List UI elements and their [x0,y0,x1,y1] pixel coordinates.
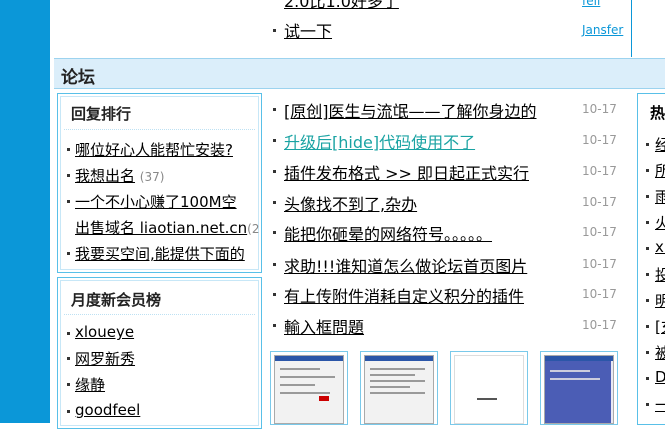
list-bullet [273,139,276,142]
hot-panel: 热 经所雨火x·投明[充被D一 [637,93,665,425]
thumbnail-image[interactable] [270,351,348,425]
thread-date: 10-17 [582,102,617,116]
thread-link[interactable]: 头像找不到了,杂办 [284,191,578,215]
list-bullet [273,293,276,296]
thread-link[interactable]: 能把你砸晕的网络符号。。。。。 [284,221,578,245]
thread-date: 10-17 [582,287,617,301]
thread-link[interactable]: 輸入框問題 [284,314,578,338]
right-edge-panel [631,0,665,57]
list-item[interactable]: 我想出名 (37) [67,165,165,186]
thread-link[interactable]: [原创]医生与流氓——了解你身边的 [284,98,578,122]
reply-count: (2 [247,222,259,236]
thread-date: 10-17 [582,257,617,271]
thumbnail-image[interactable] [450,351,528,425]
divider [64,129,255,130]
list-item[interactable]: 出售域名 liaotian.net.cn(2 [75,217,259,238]
thread-link[interactable]: 插件发布格式 >> 即日起正式实行 [284,160,578,184]
list-item[interactable]: 一个不小心赚了100M空 [67,191,237,212]
panel-title: 热 [650,104,665,122]
list-item[interactable]: 哪位好心人能帮忙安装? [67,139,233,160]
panel-title: 回复排行 [71,105,132,123]
previous-thread-link[interactable]: 试一下 [284,18,332,42]
list-bullet [273,108,276,111]
list-bullet [273,324,276,327]
new-members-panel: 月度新会员榜 xloueye 网罗新秀 缘静 goodfeel [57,277,262,429]
thread-date: 10-17 [582,164,617,178]
thread-date: 10-17 [582,225,617,239]
list-item[interactable]: 我要买空间,能提供下面的 [67,243,245,264]
thumbnail-image[interactable] [540,351,618,425]
previous-thread-link[interactable]: 2.0比1.0好多了 [284,0,399,12]
list-bullet [273,201,276,204]
section-title: 论坛 [61,68,95,88]
thread-date: 10-17 [582,195,617,209]
divider [64,314,255,315]
list-bullet [273,231,276,234]
thread-link[interactable]: 有上传附件消耗自定义积分的插件 [284,283,578,307]
thread-date: 10-17 [582,133,617,147]
reply-count: (37) [139,170,165,184]
panel-title: 月度新会员榜 [71,291,162,309]
member-link[interactable]: 缘静 [67,374,105,395]
author-link[interactable]: fell [582,0,600,8]
member-link[interactable]: xloueye [67,323,134,341]
author-link[interactable]: Jansfer [582,23,623,37]
thumbnail-image[interactable] [360,351,438,425]
forum-section-header: 论坛 [54,58,665,89]
reply-ranking-panel: 回复排行 哪位好心人能帮忙安装? 我想出名 (37) 一个不小心赚了100M空 … [57,93,262,273]
thread-link[interactable]: 升级后[hide]代码使用不了 [284,129,578,153]
left-sidebar-bar [0,0,50,423]
list-bullet [273,170,276,173]
member-link[interactable]: 网罗新秀 [67,348,135,369]
list-bullet [273,263,276,266]
thread-link[interactable]: 求助!!!谁知道怎么做论坛首页图片 [284,253,578,277]
member-link[interactable]: goodfeel [67,401,140,419]
list-bullet [273,29,276,32]
thread-date: 10-17 [582,318,617,332]
